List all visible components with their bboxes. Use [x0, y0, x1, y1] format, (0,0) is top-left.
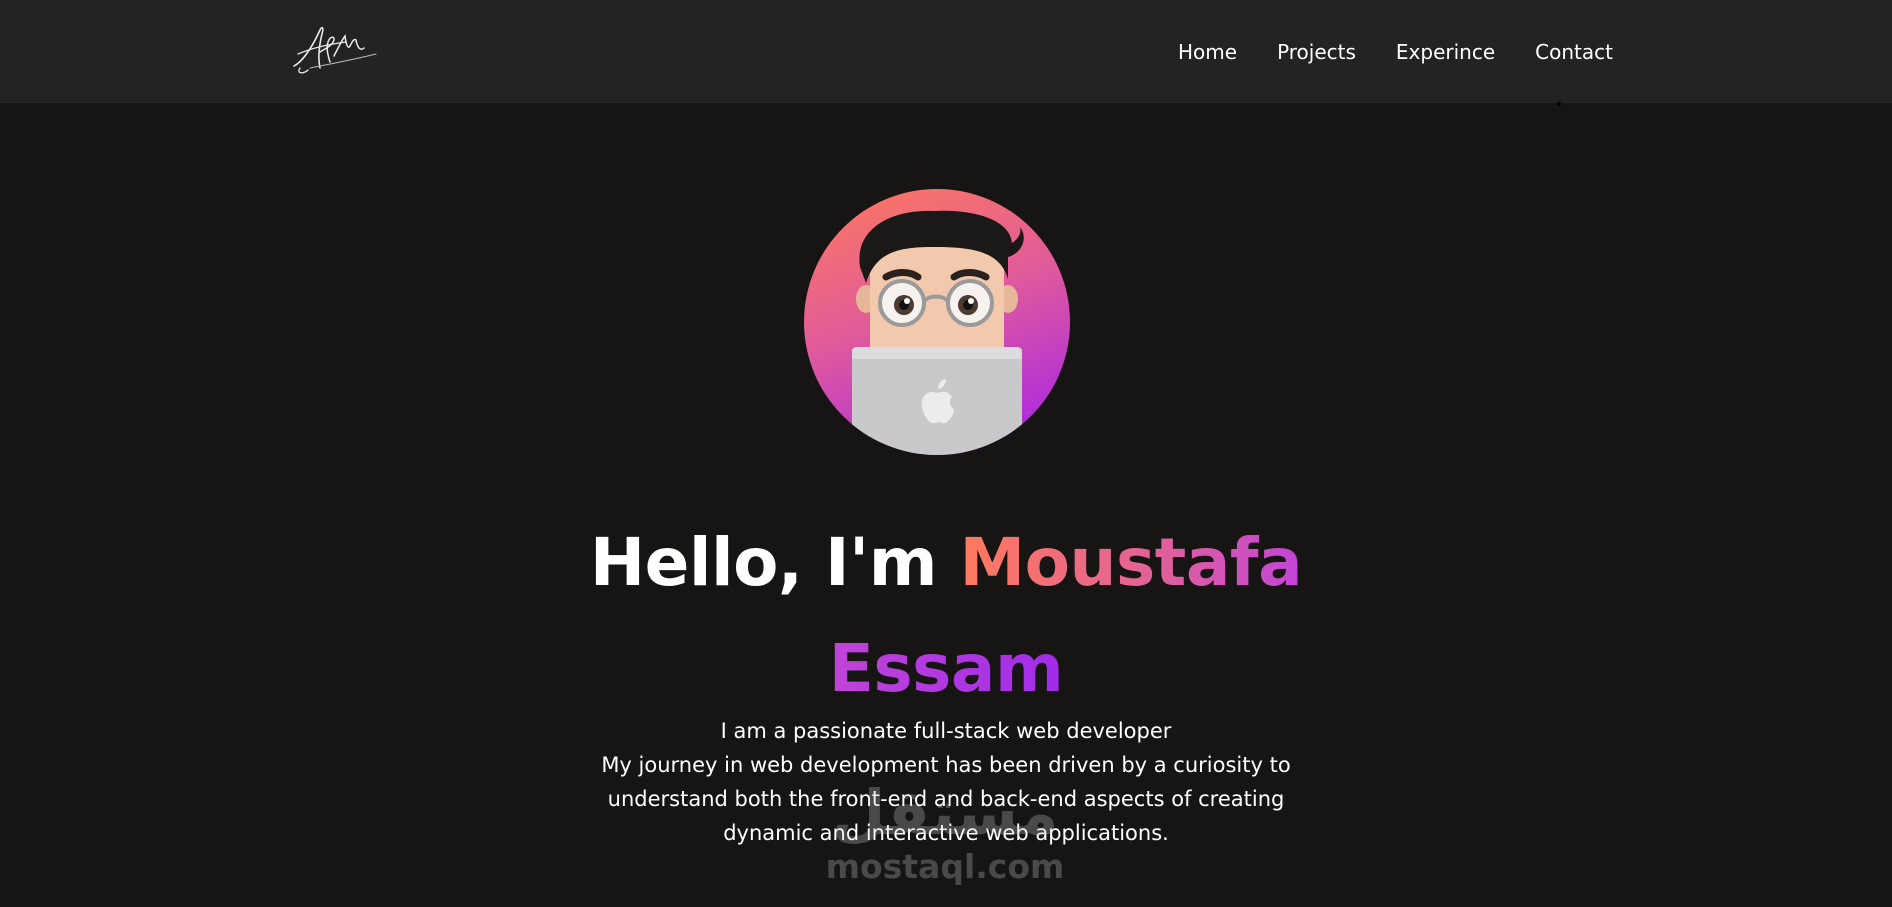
- intro-line: My journey in web development has been d…: [601, 753, 1291, 777]
- intro-line: I am a passionate full-stack web develop…: [720, 719, 1172, 743]
- hero-headline: Hello, I'm Moustafa Essam: [546, 510, 1346, 722]
- intro-line: dynamic and interactive web applications…: [723, 821, 1169, 845]
- memoji-laptop-avatar-icon: [852, 210, 1024, 455]
- hero-section: Hello, I'm Moustafa Essam I am a passion…: [0, 103, 1892, 907]
- top-navbar: Home Projects Experince Contact: [0, 0, 1892, 106]
- nav-link-home[interactable]: Home: [1178, 40, 1237, 64]
- greeting-text: Hello, I'm: [589, 524, 960, 601]
- signature-logo[interactable]: [290, 18, 380, 76]
- profile-avatar: [804, 189, 1070, 455]
- main-navigation: Home Projects Experince Contact: [1150, 0, 1613, 103]
- nav-link-experince[interactable]: Experince: [1396, 40, 1495, 64]
- nav-link-contact[interactable]: Contact: [1535, 40, 1613, 64]
- hero-intro: I am a passionate full-stack web develop…: [546, 714, 1346, 850]
- nav-link-projects[interactable]: Projects: [1277, 40, 1356, 64]
- intro-line: understand both the front-end and back-e…: [607, 787, 1285, 811]
